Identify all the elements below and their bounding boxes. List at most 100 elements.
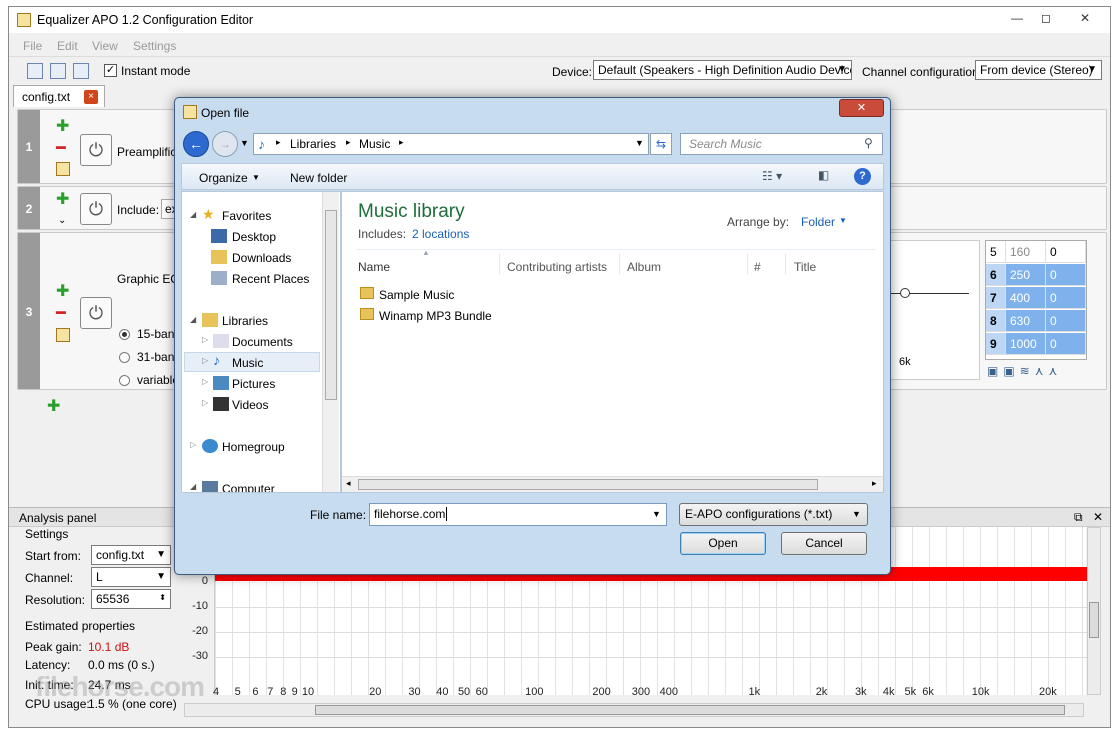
eq-row-number[interactable]: 8 <box>986 310 1006 332</box>
includes-link[interactable]: 2 locations <box>412 227 469 241</box>
menu-view[interactable]: View <box>92 39 118 53</box>
collapse-icon[interactable]: ◢ <box>190 210 196 219</box>
arrange-by-select[interactable]: Folder <box>801 215 835 229</box>
eq-gain-cell[interactable]: 0 <box>1046 310 1086 332</box>
eq-table[interactable]: 5 160 0 6 250 0 7 400 0 8 630 0 9 1000 0 <box>985 240 1087 360</box>
eq-table-toolbar[interactable]: ▣▣≋⋏⋏ <box>987 364 1107 382</box>
add-icon[interactable]: ✚ <box>56 281 69 301</box>
expand-icon[interactable]: ▷ <box>202 356 208 365</box>
nav-videos[interactable]: Videos <box>232 398 268 412</box>
column-contributing-artists[interactable]: Contributing artists <box>507 260 607 274</box>
close-button[interactable]: ✕ <box>1065 9 1105 27</box>
column-name[interactable]: Name <box>358 260 390 274</box>
address-bar[interactable]: ♪ ▸ Libraries ▸ Music ▸ ▼ <box>253 133 649 155</box>
channel-config-select[interactable]: From device (Stereo) ▼ <box>975 60 1102 80</box>
nav-documents[interactable]: Documents <box>232 335 293 349</box>
breadcrumb-libraries[interactable]: Libraries <box>290 137 336 151</box>
resolution-spinner[interactable]: 65536 ⬍ <box>91 589 171 609</box>
eq-frequency-cell[interactable]: 160 <box>1006 241 1046 263</box>
power-toggle-button[interactable]: ⏻ <box>80 297 112 329</box>
edit-icon[interactable] <box>56 328 70 342</box>
close-icon[interactable]: ✕ <box>1093 510 1103 524</box>
eq-gain-cell[interactable]: 0 <box>1046 241 1086 263</box>
nav-recent-places[interactable]: Recent Places <box>232 272 309 286</box>
chevron-down-icon[interactable]: ▼ <box>635 138 644 148</box>
collapse-icon[interactable]: ◢ <box>190 482 196 491</box>
chevron-down-icon[interactable]: ▼ <box>240 138 249 148</box>
save-file-icon[interactable] <box>73 63 89 79</box>
column-number[interactable]: # <box>754 260 761 274</box>
eq-gain-cell[interactable]: 0 <box>1046 287 1086 309</box>
eq-handle[interactable] <box>900 288 910 298</box>
search-icon[interactable]: ⚲ <box>864 136 873 150</box>
power-toggle-button[interactable]: ⏻ <box>80 193 112 225</box>
breadcrumb-music[interactable]: Music <box>359 137 390 151</box>
radio-31-band[interactable] <box>119 352 130 363</box>
nav-scrollbar[interactable] <box>322 192 339 492</box>
expand-icon[interactable]: ▷ <box>190 440 196 449</box>
scrollbar-thumb[interactable] <box>315 705 1065 715</box>
collapse-icon[interactable]: ◢ <box>190 315 196 324</box>
eq-frequency-cell[interactable]: 400 <box>1006 287 1046 309</box>
eq-frequency-cell[interactable]: 250 <box>1006 264 1046 286</box>
eq-row-number[interactable]: 5 <box>986 241 1006 263</box>
new-folder-button[interactable]: New folder <box>290 171 347 185</box>
preview-pane-icon[interactable]: ◧ <box>818 168 829 182</box>
device-select[interactable]: Default (Speakers - High Definition Audi… <box>593 60 852 80</box>
back-button[interactable]: ← <box>183 131 209 157</box>
nav-desktop[interactable]: Desktop <box>232 230 276 244</box>
forward-button[interactable]: → <box>212 131 238 157</box>
add-filter-icon[interactable]: ✚ <box>47 396 60 416</box>
edit-icon[interactable] <box>56 162 70 176</box>
chevron-down-icon[interactable]: ▼ <box>839 216 847 225</box>
eq-row-number[interactable]: 6 <box>986 264 1006 286</box>
remove-icon[interactable]: ━ <box>56 303 66 323</box>
nav-pictures[interactable]: Pictures <box>232 377 275 391</box>
start-from-select[interactable]: config.txt ▼ <box>91 545 171 565</box>
maximize-button[interactable]: ◻ <box>1033 9 1059 27</box>
nav-downloads[interactable]: Downloads <box>232 251 291 265</box>
column-album[interactable]: Album <box>627 260 661 274</box>
file-type-select[interactable]: E-APO configurations (*.txt) ▼ <box>679 503 868 526</box>
eq-row-number[interactable]: 9 <box>986 333 1006 355</box>
graph-horizontal-scrollbar[interactable] <box>184 703 1084 717</box>
file-name-input[interactable]: filehorse.com ▼ <box>369 503 667 526</box>
file-item-winamp-bundle[interactable]: Winamp MP3 Bundle <box>379 309 492 323</box>
channel-select[interactable]: L ▼ <box>91 567 171 587</box>
instant-mode-checkbox[interactable]: ✓ <box>104 64 117 77</box>
dialog-close-button[interactable]: ✕ <box>839 99 884 117</box>
eq-gain-cell[interactable]: 0 <box>1046 264 1086 286</box>
menu-settings[interactable]: Settings <box>133 39 176 53</box>
minimize-button[interactable]: — <box>1004 9 1030 27</box>
eq-frequency-cell[interactable]: 630 <box>1006 310 1046 332</box>
remove-icon[interactable]: ━ <box>56 138 66 158</box>
stepper-icon[interactable]: ⬍ <box>159 593 166 602</box>
file-item-sample-music[interactable]: Sample Music <box>379 288 454 302</box>
nav-computer[interactable]: Computer <box>222 482 275 492</box>
chevron-down-icon[interactable]: ▼ <box>652 509 661 519</box>
scroll-left-icon[interactable]: ◂ <box>346 478 351 489</box>
content-horizontal-scrollbar[interactable]: ◂ ▸ <box>342 476 883 492</box>
eq-graph[interactable]: 6k <box>888 240 980 380</box>
restore-icon[interactable]: ⧉ <box>1074 510 1083 525</box>
expand-icon[interactable]: ▷ <box>202 398 208 407</box>
eq-frequency-cell[interactable]: 1000 <box>1006 333 1046 355</box>
radio-15-band[interactable] <box>119 329 130 340</box>
open-file-icon[interactable] <box>50 63 66 79</box>
help-icon[interactable]: ? <box>854 168 871 185</box>
nav-favorites[interactable]: Favorites <box>222 209 271 223</box>
add-icon[interactable]: ✚ <box>56 189 69 209</box>
power-toggle-button[interactable]: ⏻ <box>80 134 112 166</box>
expand-icon[interactable]: ▷ <box>202 335 208 344</box>
eq-gain-cell[interactable]: 0 <box>1046 333 1086 355</box>
eq-row-number[interactable]: 7 <box>986 287 1006 309</box>
scrollbar-thumb[interactable] <box>1089 602 1099 638</box>
organize-button[interactable]: Organize <box>199 171 248 185</box>
close-icon[interactable]: × <box>84 90 98 104</box>
expand-icon[interactable]: ▷ <box>202 377 208 386</box>
nav-libraries[interactable]: Libraries <box>222 314 268 328</box>
menu-file[interactable]: File <box>23 39 42 53</box>
tab-config[interactable]: config.txt × <box>13 85 105 107</box>
chevron-down-icon[interactable]: ▼ <box>252 173 260 182</box>
add-icon[interactable]: ✚ <box>56 116 69 136</box>
